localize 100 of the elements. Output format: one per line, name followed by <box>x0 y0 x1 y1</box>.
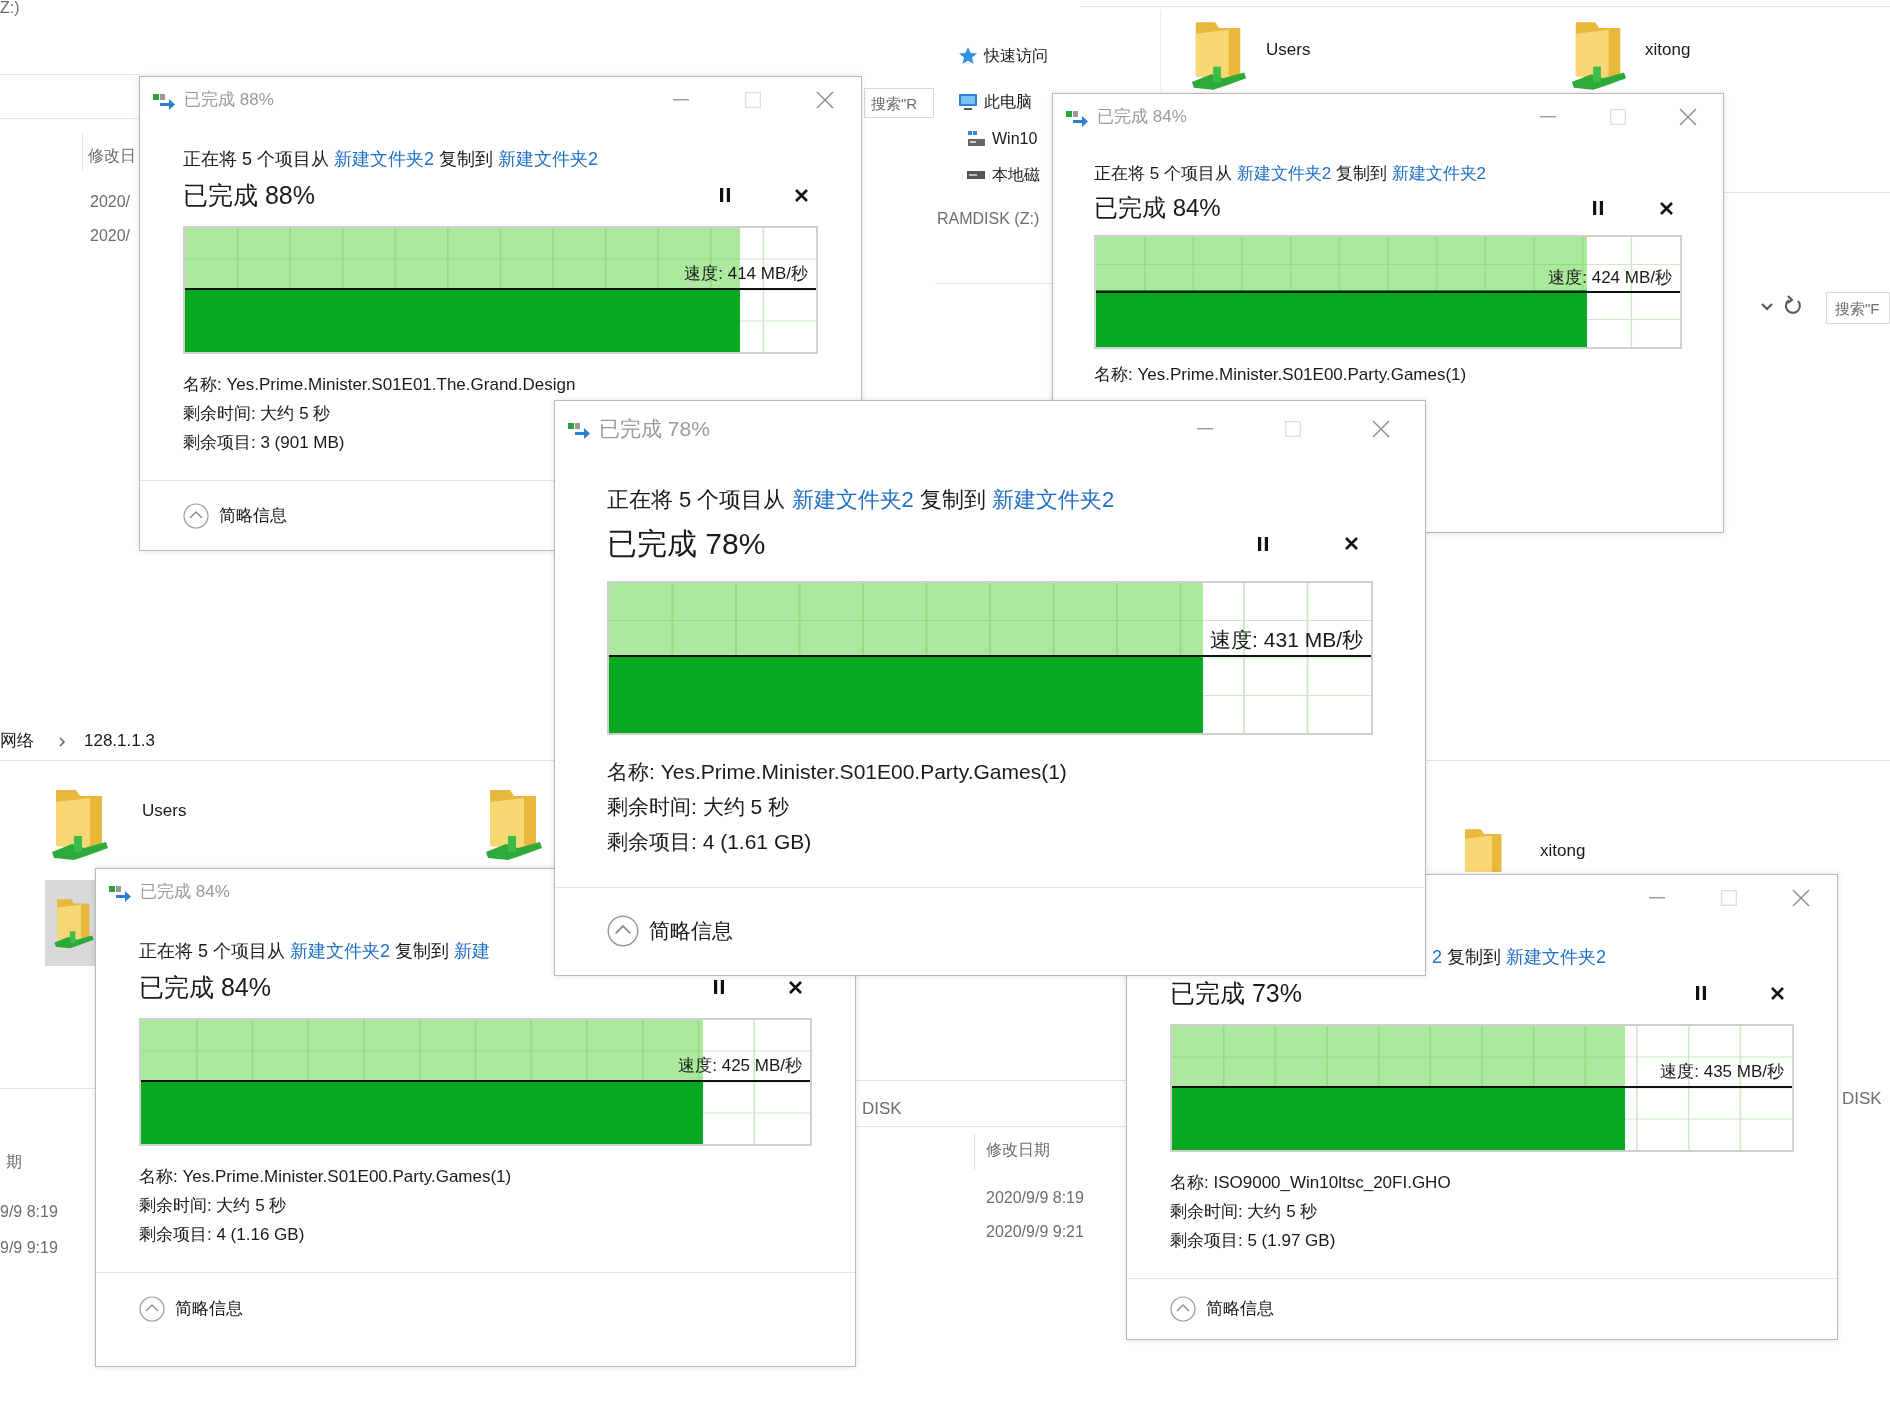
drive-label: RAMDISK (Z:) <box>937 209 1040 229</box>
copy-description: 正在将 5 个项目从 新建文件夹2 复制到 新建 <box>139 940 491 963</box>
progress-label: 已完成 84% <box>139 972 271 1002</box>
minimize-icon <box>1540 116 1556 118</box>
breadcrumb-item[interactable]: 128.1.1.3 <box>84 728 155 754</box>
cancel-icon <box>1770 986 1784 1000</box>
date-text: 9/9 9:19 <box>0 1238 58 1258</box>
column-header[interactable]: 期 <box>6 1150 22 1174</box>
close-icon <box>816 91 834 109</box>
chevron-up-icon <box>1170 1296 1196 1322</box>
detail-text: 名称: Yes.Prime.Minister.S01E00.Party.Games(1) <box>139 1166 512 1188</box>
nav-item[interactable]: 此电脑 <box>958 90 1032 114</box>
chevron-up-icon <box>607 915 639 947</box>
search-field[interactable]: 搜索"R <box>864 88 934 118</box>
date-text: 9/9 8:19 <box>0 1202 58 1222</box>
detail-text: 名称: Yes.Prime.Minister.S01E00.Party.Games(1) <box>607 759 1067 785</box>
copy-description: 正在将 5 个项目从 新建文件夹2 复制到 新建文件夹2 <box>607 486 1115 514</box>
maximize-icon <box>1285 421 1301 437</box>
folder-name[interactable]: Users <box>1266 37 1311 63</box>
minimize-icon <box>1649 897 1665 899</box>
folder-link[interactable]: 新建文件夹2 <box>1391 164 1487 183</box>
folder-link[interactable]: 新建文件夹2 <box>992 487 1115 512</box>
computer-icon <box>958 92 978 112</box>
progress-label: 已完成 73% <box>1170 978 1302 1008</box>
copy-description: 2 复制到 新建文件夹2 <box>1432 946 1607 969</box>
network-icon <box>966 129 986 149</box>
speed-text: 速度: 414 MB/秒 <box>684 263 808 285</box>
chevron-up-icon <box>139 1296 165 1322</box>
breadcrumb-item[interactable]: 网络 <box>0 728 34 754</box>
close-icon <box>1372 420 1390 438</box>
close-icon <box>1679 108 1697 126</box>
pause-icon <box>1696 986 1706 1000</box>
drive-label: DISK <box>862 1098 902 1120</box>
drive-label: Z:) <box>0 0 20 18</box>
folder-link[interactable]: 新建文件夹2 <box>290 941 391 961</box>
star-icon <box>958 46 978 66</box>
folder-link[interactable]: 新建文件夹2 <box>791 487 914 512</box>
folder-name[interactable]: xitong <box>1645 37 1691 63</box>
cancel-icon <box>1344 537 1358 550</box>
minimize-icon <box>673 99 689 101</box>
cancel-icon <box>788 980 802 994</box>
chevron-up-icon <box>183 502 209 529</box>
detail-text: 剩余项目: 4 (1.16 GB) <box>139 1224 305 1246</box>
fewer-details-button[interactable]: 简略信息 <box>607 915 733 947</box>
copy-description: 正在将 5 个项目从 新建文件夹2 复制到 新建文件夹2 <box>1094 163 1487 185</box>
progress-label: 已完成 78% <box>607 525 766 562</box>
detail-text: 剩余项目: 3 (901 MB) <box>183 432 345 454</box>
search-field[interactable]: 搜索"F <box>1826 292 1890 324</box>
detail-text: 剩余时间: 大约 5 秒 <box>139 1195 287 1217</box>
date-text: 2020/ <box>90 226 131 246</box>
window-title: 已完成 88% <box>184 89 274 112</box>
nav-item[interactable]: 快速访问 <box>958 44 1048 68</box>
pause-icon <box>714 980 724 994</box>
fewer-details-button[interactable]: 简略信息 <box>183 502 287 529</box>
folder-link[interactable]: 新建文件夹2 <box>334 149 435 169</box>
maximize-icon <box>1610 109 1626 125</box>
detail-text: 名称: Yes.Prime.Minister.S01E01.The.Grand.Design <box>183 374 576 396</box>
progress-label: 已完成 88% <box>183 180 315 210</box>
drive-label: DISK <box>1842 1088 1882 1110</box>
detail-text: 剩余项目: 4 (1.61 GB) <box>607 829 812 855</box>
folder-link[interactable]: 新建文件夹2 <box>1236 164 1332 183</box>
column-header[interactable]: 修改日期 <box>986 1138 1050 1162</box>
copy-description: 正在将 5 个项目从 新建文件夹2 复制到 新建文件夹2 <box>183 148 599 171</box>
date-text: 2020/9/9 8:19 <box>986 1188 1084 1208</box>
folder-link[interactable]: 2 <box>1432 947 1442 967</box>
maximize-icon <box>745 92 761 108</box>
folder-name[interactable]: xitong <box>1540 838 1586 864</box>
speed-text: 速度: 435 MB/秒 <box>1660 1061 1784 1083</box>
detail-text: 剩余项目: 5 (1.97 GB) <box>1170 1230 1336 1252</box>
folder-link[interactable]: 新建文件夹2 <box>498 149 599 169</box>
progress-label: 已完成 84% <box>1094 193 1221 223</box>
date-text: 2020/ <box>90 192 131 212</box>
detail-text: 剩余时间: 大约 5 秒 <box>607 794 790 820</box>
window-title: 已完成 84% <box>1097 106 1187 129</box>
cancel-icon <box>1659 201 1673 215</box>
folder-name[interactable]: Users <box>142 798 187 824</box>
folder-link[interactable]: 新建 <box>454 941 491 961</box>
detail-text: 名称: ISO9000_Win10ltsc_20FI.GHO <box>1170 1172 1451 1194</box>
maximize-icon <box>1721 890 1737 906</box>
pause-icon <box>720 188 730 202</box>
detail-text: 名称: Yes.Prime.Minister.S01E00.Party.Games(1) <box>1094 364 1467 386</box>
speed-text: 速度: 424 MB/秒 <box>1548 267 1672 289</box>
selected-folder[interactable] <box>45 880 95 966</box>
close-icon <box>1792 889 1810 907</box>
speed-text: 速度: 431 MB/秒 <box>1210 627 1363 653</box>
folder-link[interactable]: 新建文件夹2 <box>1506 947 1607 967</box>
refresh-icon[interactable] <box>1783 295 1803 317</box>
column-header[interactable]: 修改日 <box>88 144 136 168</box>
pause-icon <box>1258 536 1268 551</box>
nav-item[interactable]: Win10 <box>966 127 1038 151</box>
fewer-details-button[interactable]: 简略信息 <box>1170 1296 1274 1322</box>
detail-text: 剩余时间: 大约 5 秒 <box>1170 1201 1318 1223</box>
window-title: 已完成 78% <box>599 416 710 443</box>
nav-item[interactable]: 本地磁 <box>966 163 1040 187</box>
minimize-icon <box>1197 428 1213 430</box>
chevron-right-icon <box>57 735 67 749</box>
detail-text: 剩余时间: 大约 5 秒 <box>183 403 331 425</box>
fewer-details-button[interactable]: 简略信息 <box>139 1296 243 1322</box>
window-title: 已完成 84% <box>140 881 230 904</box>
pause-icon <box>1593 201 1603 215</box>
